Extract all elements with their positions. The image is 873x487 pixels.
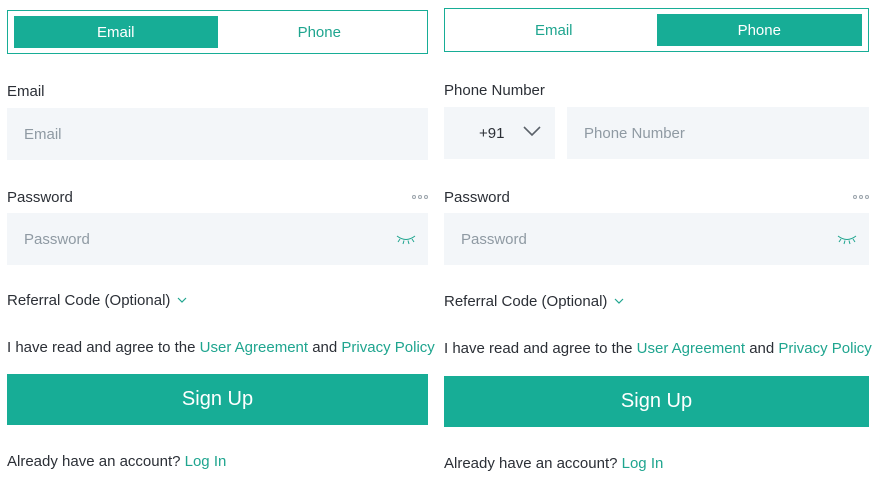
chevron-down-icon [177, 297, 187, 303]
phone-label: Phone Number [444, 82, 545, 99]
agreement-prefix: I have read and agree to the [444, 340, 637, 357]
referral-label: Referral Code (Optional) [7, 292, 171, 309]
signup-method-tabs: Email Phone [7, 10, 428, 54]
tab-phone[interactable]: Phone [656, 14, 862, 46]
agreement-middle: and [308, 339, 342, 356]
tab-email[interactable]: Email [14, 16, 218, 48]
referral-label: Referral Code (Optional) [444, 293, 608, 310]
password-label: Password [7, 189, 73, 206]
sign-up-button[interactable]: Sign Up [444, 376, 869, 427]
password-input[interactable] [444, 213, 869, 265]
privacy-policy-link[interactable]: Privacy Policy [778, 340, 871, 357]
signup-method-tabs: Email Phone [444, 8, 869, 52]
agreement-text: I have read and agree to the User Agreem… [444, 340, 872, 357]
agreement-text: I have read and agree to the User Agreem… [7, 339, 435, 356]
chevron-down-icon [523, 126, 541, 137]
user-agreement-link[interactable]: User Agreement [200, 339, 308, 356]
country-code-value: +91 [479, 124, 505, 142]
log-in-link[interactable]: Log In [185, 453, 227, 470]
tab-phone[interactable]: Phone [218, 16, 422, 48]
country-code-select[interactable]: +91 [444, 107, 555, 159]
login-prefix: Already have an account? [444, 455, 622, 472]
sign-up-button[interactable]: Sign Up [7, 374, 428, 425]
eye-closed-icon[interactable] [837, 233, 857, 245]
email-input[interactable] [7, 108, 428, 160]
login-prompt: Already have an account? Log In [7, 453, 226, 470]
email-label: Email [7, 83, 45, 100]
privacy-policy-link[interactable]: Privacy Policy [341, 339, 434, 356]
phone-number-input[interactable] [567, 107, 869, 159]
password-input[interactable] [7, 213, 428, 265]
login-prompt: Already have an account? Log In [444, 455, 663, 472]
agreement-prefix: I have read and agree to the [7, 339, 200, 356]
more-dots-icon[interactable] [412, 195, 428, 199]
agreement-middle: and [745, 340, 779, 357]
login-prefix: Already have an account? [7, 453, 185, 470]
eye-closed-icon[interactable] [396, 233, 416, 245]
password-label: Password [444, 189, 510, 206]
referral-code-toggle[interactable]: Referral Code (Optional) [7, 292, 187, 309]
log-in-link[interactable]: Log In [622, 455, 664, 472]
more-dots-icon[interactable] [853, 195, 869, 199]
tab-email[interactable]: Email [451, 14, 657, 46]
chevron-down-icon [614, 298, 624, 304]
user-agreement-link[interactable]: User Agreement [637, 340, 745, 357]
referral-code-toggle[interactable]: Referral Code (Optional) [444, 293, 624, 310]
